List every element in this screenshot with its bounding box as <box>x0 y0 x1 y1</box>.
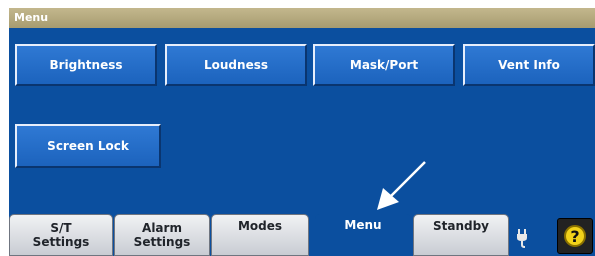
pointer-arrow-icon <box>377 161 426 210</box>
tab-alarm-line1: Alarm <box>142 221 182 235</box>
title-bar: Menu <box>9 8 595 28</box>
tab-bar: S/T Settings Alarm Settings Modes Menu S… <box>9 214 595 256</box>
help-button[interactable]: ? <box>557 218 593 254</box>
tab-standby-label: Standby <box>432 219 490 233</box>
brightness-button[interactable]: Brightness <box>15 44 157 86</box>
tab-st-line1: S/T <box>50 221 72 235</box>
help-icon: ? <box>564 225 586 247</box>
menu-screen: Menu Brightness Loudness Mask/Port Vent … <box>9 8 595 256</box>
tab-menu-label: Menu <box>344 218 382 232</box>
tab-menu[interactable]: Menu <box>315 214 411 256</box>
plug-icon <box>517 229 527 248</box>
screen-title: Menu <box>14 11 49 24</box>
vent-info-button[interactable]: Vent Info <box>463 44 595 86</box>
loudness-button[interactable]: Loudness <box>165 44 307 86</box>
tab-st-settings[interactable]: S/T Settings <box>9 214 113 256</box>
tab-standby[interactable]: Standby <box>413 214 509 256</box>
tab-alarm-settings[interactable]: Alarm Settings <box>114 214 210 256</box>
help-icon-glyph: ? <box>570 226 580 246</box>
vent-info-button-label: Vent Info <box>498 58 560 72</box>
tab-modes-label: Modes <box>237 219 283 233</box>
brightness-button-label: Brightness <box>49 58 123 72</box>
loudness-button-label: Loudness <box>204 58 268 72</box>
tab-modes[interactable]: Modes <box>211 214 309 256</box>
screen-lock-button[interactable]: Screen Lock <box>15 124 161 168</box>
mask-port-button[interactable]: Mask/Port <box>313 44 455 86</box>
tab-st-line2: Settings <box>32 235 90 249</box>
mask-port-button-label: Mask/Port <box>349 58 419 72</box>
tab-alarm-line2: Settings <box>133 235 191 249</box>
screen-lock-button-label: Screen Lock <box>47 139 129 153</box>
